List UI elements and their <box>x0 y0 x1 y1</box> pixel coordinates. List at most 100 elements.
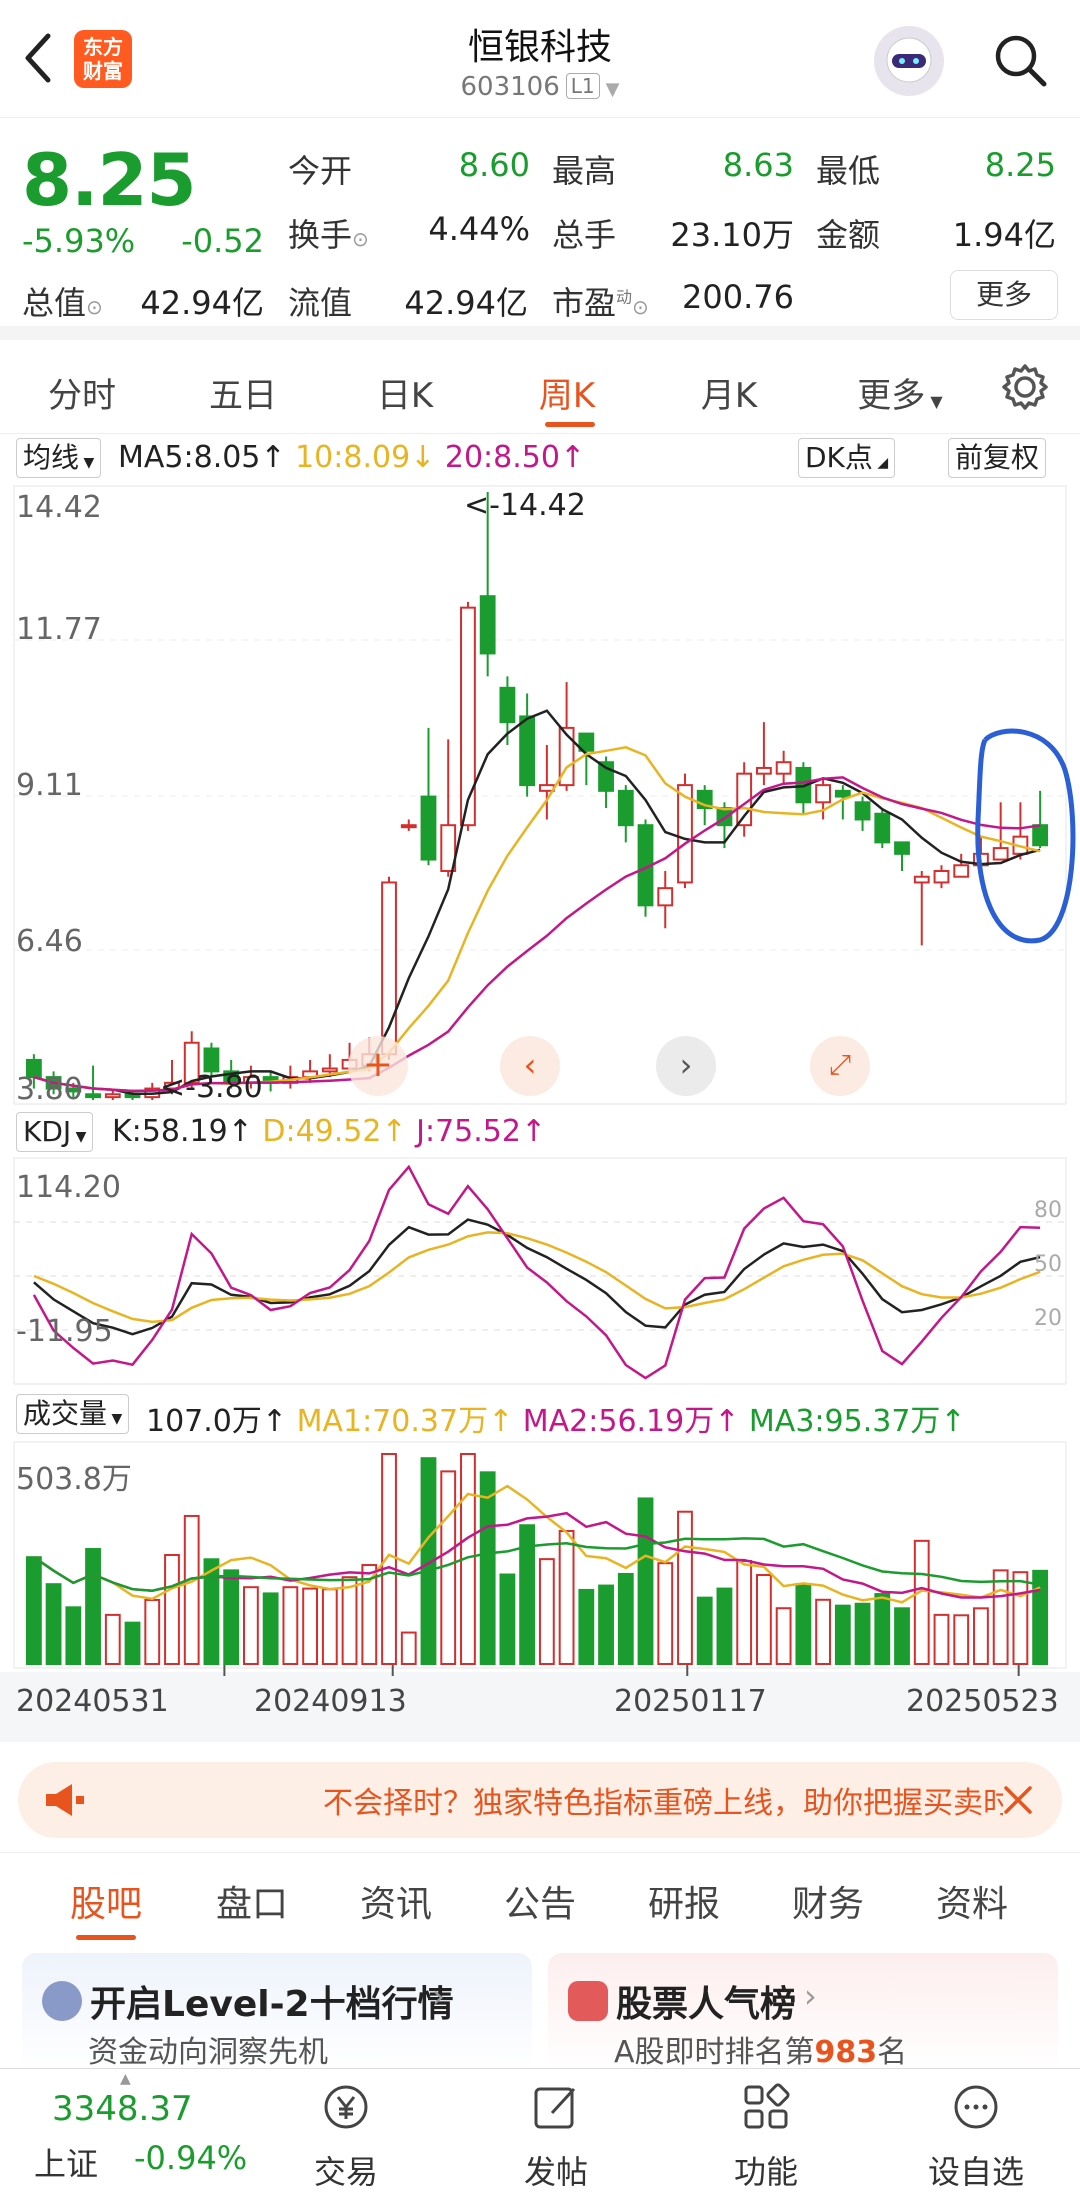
kdj-selector[interactable]: KDJ ▼ <box>16 1112 94 1152</box>
index-value[interactable]: 3348.37 <box>52 2089 193 2129</box>
up-arrow-icon: ↑ <box>227 1114 253 1149</box>
ma5-value: MA5:8.05 <box>118 440 261 475</box>
popularity-card[interactable]: 股票人气榜 › A股即时排名第983名 <box>548 1953 1058 2073</box>
dk-point-button[interactable]: DK点 ◢ <box>798 438 896 478</box>
volume-bar <box>85 1548 101 1666</box>
adjust-mode-button[interactable]: 前复权 <box>948 438 1047 478</box>
tab-orderbook[interactable]: 盘口 <box>192 1875 312 1927</box>
price-axis-3: 9.11 <box>16 768 83 803</box>
corner-mark-icon: ◢ <box>872 455 889 471</box>
fullscreen-button[interactable]: ⤢ <box>810 1036 870 1096</box>
volume-bar <box>815 1598 832 1665</box>
candle-body <box>460 606 476 827</box>
volume-bar <box>223 1569 240 1665</box>
volume-bar <box>302 1587 319 1665</box>
ma-selector-label: 均线 <box>23 441 80 474</box>
volume-bar <box>499 1573 516 1665</box>
volume-bar <box>124 1621 141 1665</box>
up-arrow-icon: ↑ <box>260 440 286 475</box>
max-price-label: <-14.42 <box>464 488 586 523</box>
rank-prefix: A股即时排名第 <box>614 2035 815 2070</box>
nav-add-watchlist[interactable]: 设自选 <box>906 2069 1046 2191</box>
chevron-right-icon: › <box>804 1977 817 2015</box>
ma-legend: MA5:8.05↑ 10:8.09↓ 20:8.50↑ <box>118 440 585 475</box>
volume-bar <box>973 1607 989 1666</box>
scroll-left-button[interactable]: ‹ <box>500 1036 560 1096</box>
volume-bar <box>874 1593 891 1666</box>
volume-bar <box>1012 1571 1029 1665</box>
volume-bar <box>696 1596 713 1665</box>
kdj-ref-20: 20 <box>1034 1306 1062 1331</box>
kline-chart[interactable] <box>0 0 1080 1760</box>
ranking-chart-icon <box>568 1981 608 2021</box>
candle-body <box>755 766 772 775</box>
tab-profile[interactable]: 资料 <box>912 1875 1032 1927</box>
nav-post[interactable]: 发帖 <box>486 2069 626 2191</box>
price-axis-bottom: 3.80 <box>16 1072 83 1107</box>
kdj-d-line <box>33 1231 1041 1324</box>
volume-selector[interactable]: 成交量 ▼ <box>16 1394 130 1434</box>
nav-trade[interactable]: 交易 <box>276 2069 416 2191</box>
up-arrow-icon: ↑ <box>940 1404 966 1439</box>
nav-functions-label: 功能 <box>733 2153 798 2191</box>
candle-body <box>913 875 930 884</box>
level2-card-subtitle: 资金动向洞察先机 <box>88 2035 328 2070</box>
tab-research[interactable]: 研报 <box>624 1875 744 1927</box>
price-axis-4: 6.46 <box>16 924 83 959</box>
candle-body <box>775 761 792 775</box>
date-label-4: 20250523 <box>906 1684 1059 1719</box>
volume-bar <box>381 1453 397 1665</box>
kdj-d-value: D:49.52 <box>262 1114 382 1149</box>
dk-point-label: DK点 <box>805 441 873 474</box>
volume-bar <box>953 1614 970 1666</box>
up-arrow-icon: ↑ <box>261 1404 288 1439</box>
volume-bar <box>144 1598 161 1665</box>
kdj-ref-50: 50 <box>1034 1252 1062 1277</box>
volume-ma3: MA3:95.37万 <box>748 1404 941 1439</box>
scroll-right-button[interactable]: › <box>656 1036 716 1096</box>
candle-body <box>479 595 496 655</box>
content-tabs: 股吧 盘口 资讯 公告 研报 财务 资料 <box>0 1852 1080 1944</box>
up-arrow-icon: ↑ <box>714 1404 740 1439</box>
volume-bar <box>775 1607 792 1666</box>
promo-banner[interactable]: 不会择时？独家特色指标重磅上线，助你把握买卖时机 <box>18 1762 1062 1838</box>
volume-selector-label: 成交量 <box>23 1397 108 1430</box>
candle-body <box>933 869 950 884</box>
nav-add-watchlist-label: 设自选 <box>927 2153 1024 2191</box>
candle-body <box>519 715 536 787</box>
candle-body <box>834 789 851 798</box>
ma-selector[interactable]: 均线 ▼ <box>16 438 102 478</box>
chevron-right-icon: › <box>679 1046 693 1084</box>
tab-news[interactable]: 资讯 <box>336 1875 456 1927</box>
volume-bar <box>479 1471 496 1665</box>
rank-number: 983 <box>814 2035 878 2070</box>
tab-forum[interactable]: 股吧 <box>46 1875 166 1927</box>
candle-body <box>203 1047 220 1073</box>
index-name: 上证 <box>34 2145 99 2183</box>
zoom-in-button[interactable]: + <box>348 1036 408 1096</box>
tab-financials[interactable]: 财务 <box>768 1875 888 1927</box>
price-axis-top: 14.42 <box>16 490 102 525</box>
candle-body <box>104 1093 121 1099</box>
volume-bar <box>262 1592 279 1666</box>
candle-body <box>617 789 634 827</box>
nav-post-label: 发帖 <box>523 2153 588 2191</box>
nav-functions[interactable]: 功能 <box>696 2069 836 2191</box>
grid-apps-icon <box>744 2083 790 2129</box>
date-label-2: 20240913 <box>254 1684 407 1719</box>
ma10-value: 10:8.09 <box>295 440 411 475</box>
tab-announcements[interactable]: 公告 <box>480 1875 600 1927</box>
bottom-nav: ▲ 3348.37 上证 -0.94% 交易 发帖 功能 设自选 <box>0 2068 1080 2191</box>
volume-bar <box>45 1583 62 1665</box>
volume-bar <box>716 1587 733 1665</box>
volume-bar <box>440 1470 457 1665</box>
up-arrow-icon: ↑ <box>520 1114 547 1149</box>
volume-bar <box>341 1576 358 1665</box>
level2-card[interactable]: 开启Level-2十档行情 › 资金动向洞察先机 <box>22 1953 532 2073</box>
volume-bar <box>538 1558 555 1666</box>
trade-yen-icon <box>324 2085 368 2129</box>
volume-bar <box>321 1588 338 1665</box>
candle-body <box>657 887 674 907</box>
close-icon[interactable] <box>1000 1782 1036 1818</box>
volume-current: 107.0万 <box>146 1404 262 1439</box>
